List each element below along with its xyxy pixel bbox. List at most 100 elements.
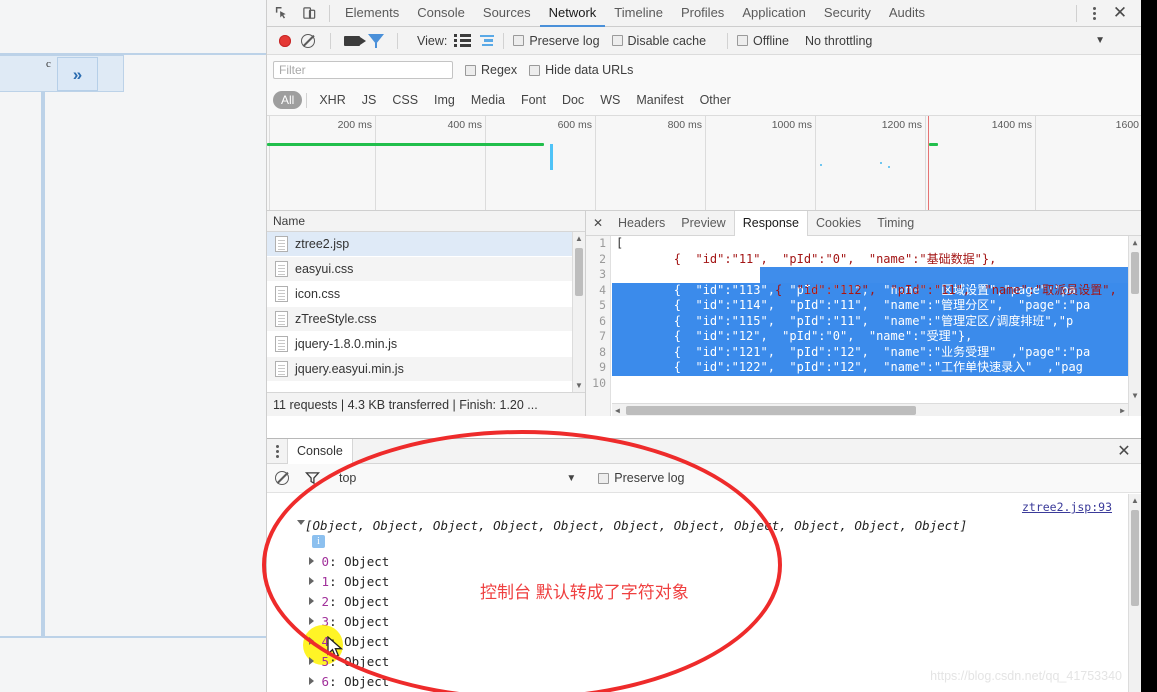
type-filter-xhr[interactable]: XHR — [311, 93, 353, 107]
more-vertical-icon[interactable] — [1083, 0, 1105, 26]
chevron-up-icon[interactable]: ▲ — [1129, 494, 1141, 507]
tab-console[interactable]: Console — [408, 0, 474, 27]
column-header-name[interactable]: Name — [267, 211, 585, 232]
inspect-element-icon[interactable] — [267, 0, 295, 26]
list-item[interactable]: 4: Object — [309, 634, 389, 649]
tab-security[interactable]: Security — [815, 0, 880, 27]
device-toolbar-icon[interactable] — [295, 0, 323, 26]
close-icon[interactable]: ✕ — [586, 216, 610, 230]
list-item[interactable]: 0: Object — [309, 554, 389, 569]
tab-timeline[interactable]: Timeline — [605, 0, 672, 27]
close-icon[interactable]: ✕ — [1105, 0, 1135, 26]
tab-cookies[interactable]: Cookies — [808, 211, 869, 236]
tab-preview[interactable]: Preview — [673, 211, 733, 236]
list-item[interactable]: jquery-1.8.0.min.js — [267, 332, 585, 357]
list-view-icon[interactable] — [454, 34, 472, 47]
type-filter-js[interactable]: JS — [354, 93, 385, 107]
list-item[interactable]: 2: Object — [309, 594, 389, 609]
drawer-tab-console[interactable]: Console — [287, 438, 353, 464]
camera-icon[interactable] — [340, 35, 366, 46]
list-item[interactable]: jquery.easyui.min.js — [267, 357, 585, 382]
list-item[interactable]: 6: Object — [309, 674, 389, 689]
chevron-up-icon[interactable]: ▲ — [1129, 236, 1141, 249]
requests-scrollbar[interactable]: ▲ ▼ — [572, 232, 585, 392]
tab-network[interactable]: Network — [540, 0, 606, 27]
chevron-left-icon[interactable]: ◀ — [615, 406, 620, 415]
clear-icon[interactable] — [299, 33, 321, 48]
chevron-right-icon[interactable] — [309, 677, 314, 685]
tab-profiles[interactable]: Profiles — [672, 0, 733, 27]
tab-elements[interactable]: Elements — [336, 0, 408, 27]
clear-console-icon[interactable] — [275, 471, 299, 485]
type-filter-media[interactable]: Media — [463, 93, 513, 107]
type-filter-img[interactable]: Img — [426, 93, 463, 107]
hide-data-urls-checkbox[interactable]: Hide data URLs — [529, 63, 633, 77]
console-output[interactable]: ztree2.jsp:93 [Object, Object, Object, O… — [267, 494, 1141, 692]
annotation-text: 控制台 默认转成了字符对象 — [480, 583, 689, 602]
console-scrollbar[interactable]: ▲ — [1128, 494, 1141, 692]
offline-checkbox[interactable]: Offline — [737, 34, 789, 48]
tab-sources[interactable]: Sources — [474, 0, 540, 27]
chevron-right-icon[interactable] — [309, 637, 314, 645]
chevron-right-icon[interactable] — [309, 577, 314, 585]
tab-application[interactable]: Application — [733, 0, 815, 27]
list-item[interactable]: ztree2.jsp — [267, 232, 585, 257]
chevron-right-icon[interactable] — [309, 657, 314, 665]
type-filter-doc[interactable]: Doc — [554, 93, 592, 107]
throttling-select[interactable]: No throttling — [805, 34, 872, 48]
chevron-down-icon[interactable]: ▼ — [566, 473, 576, 484]
console-preserve-log-checkbox[interactable]: Preserve log — [598, 471, 684, 485]
response-scrollbar-horizontal[interactable]: ◀ ▶ — [612, 403, 1128, 416]
list-item[interactable]: easyui.css — [267, 257, 585, 282]
list-item[interactable]: zTreeStyle.css — [267, 307, 585, 332]
expand-panel-icon[interactable]: » — [57, 57, 98, 91]
scrollbar-thumb[interactable] — [1131, 510, 1139, 606]
response-code-viewer[interactable]: 1 2 3 4 5 6 7 8 9 10 [ { "id":"11", "pId… — [586, 236, 1141, 416]
close-icon[interactable]: ✕ — [1107, 441, 1141, 461]
scrollbar-thumb[interactable] — [626, 405, 916, 415]
record-button-icon[interactable] — [279, 34, 291, 47]
console-context-select[interactable]: top — [339, 471, 356, 485]
response-scrollbar-vertical[interactable]: ▲ ▼ — [1128, 236, 1141, 416]
disable-cache-checkbox[interactable]: Disable cache — [611, 34, 706, 48]
scrollbar-thumb[interactable] — [575, 248, 583, 296]
tab-headers[interactable]: Headers — [610, 211, 673, 236]
regex-checkbox[interactable]: Regex — [465, 63, 517, 77]
console-log-summary-row[interactable]: [Object, Object, Object, Object, Object,… — [297, 518, 967, 533]
console-source-link[interactable]: ztree2.jsp:93 — [1022, 500, 1112, 514]
scrollbar-thumb[interactable] — [1131, 252, 1139, 294]
type-filter-font[interactable]: Font — [513, 93, 554, 107]
more-vertical-icon[interactable] — [267, 444, 287, 458]
type-filter-other[interactable]: Other — [692, 93, 739, 107]
list-item[interactable]: 5: Object — [309, 654, 389, 669]
type-filter-manifest[interactable]: Manifest — [628, 93, 691, 107]
preserve-log-checkbox[interactable]: Preserve log — [513, 34, 600, 48]
waterfall-view-icon[interactable] — [480, 34, 495, 47]
network-overview-graph[interactable]: 200 ms 400 ms 600 ms 800 ms 1000 ms 1200… — [267, 116, 1141, 211]
tab-timing[interactable]: Timing — [869, 211, 922, 236]
chevron-right-icon[interactable] — [309, 617, 314, 625]
type-filter-css[interactable]: CSS — [384, 93, 426, 107]
web-page-divider-vertical — [41, 92, 43, 636]
response-code-body[interactable]: [ { "id":"11", "pId":"0", "name":"基础数据"}… — [612, 236, 1128, 416]
list-item[interactable]: 1: Object — [309, 574, 389, 589]
tab-audits[interactable]: Audits — [880, 0, 934, 27]
document-icon — [275, 336, 288, 352]
chevron-up-icon[interactable]: ▲ — [573, 232, 585, 245]
chevron-down-icon[interactable]: ▼ — [573, 379, 585, 392]
chevron-right-icon[interactable] — [309, 597, 314, 605]
type-filter-ws[interactable]: WS — [592, 93, 628, 107]
requests-list[interactable]: ztree2.jsp easyui.css icon.css zTreeStyl… — [267, 232, 585, 392]
chevron-right-icon[interactable]: ▶ — [1120, 406, 1125, 415]
list-item[interactable]: icon.css — [267, 282, 585, 307]
tab-response[interactable]: Response — [733, 210, 809, 236]
toolbar-separator — [330, 32, 331, 49]
type-filter-all[interactable]: All — [273, 91, 303, 109]
chevron-down-icon[interactable] — [297, 520, 305, 529]
chevron-down-icon[interactable]: ▼ — [1129, 389, 1141, 402]
chevron-right-icon[interactable] — [309, 557, 314, 565]
filter-input[interactable] — [273, 61, 453, 79]
chevron-down-icon[interactable]: ▼ — [1095, 35, 1105, 46]
filter-funnel-icon[interactable] — [299, 471, 325, 485]
filter-funnel-icon[interactable] — [364, 33, 388, 48]
